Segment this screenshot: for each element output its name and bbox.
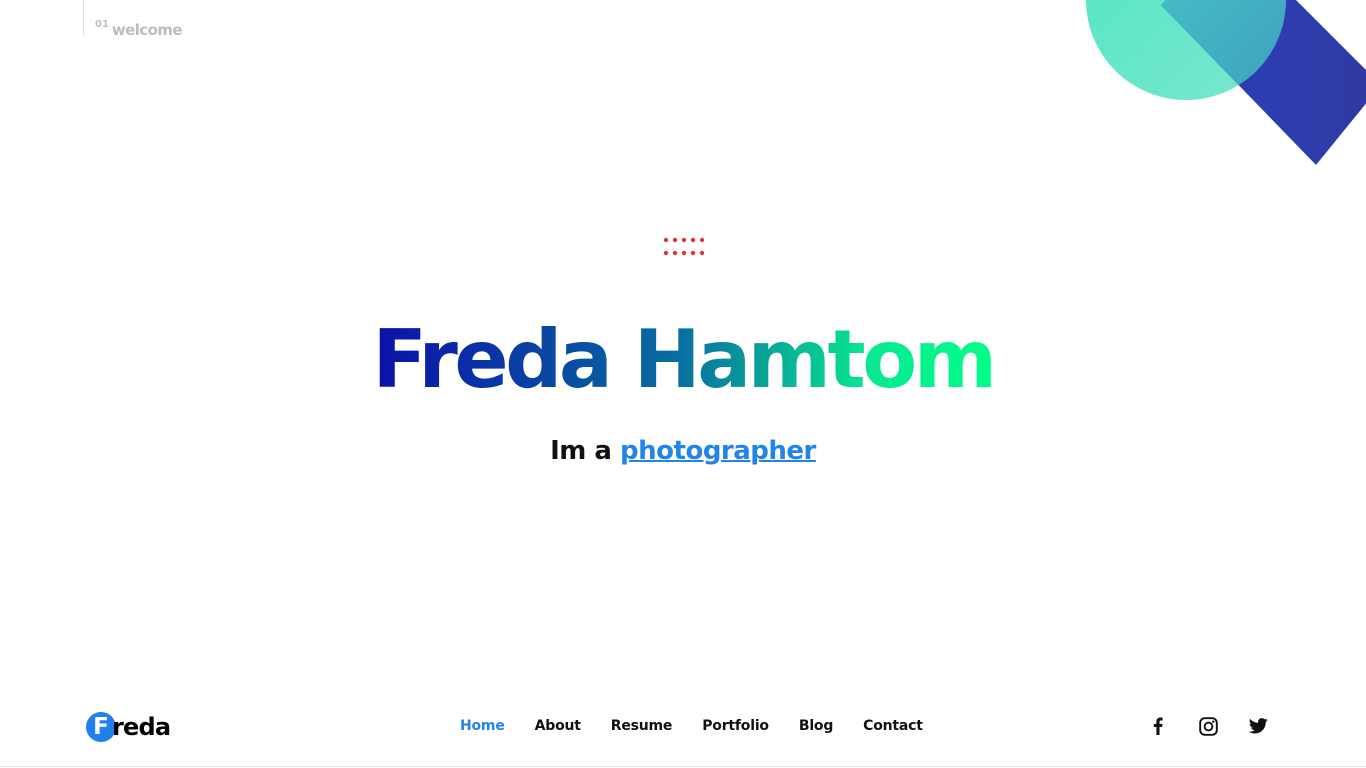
logo-text: reda: [112, 713, 171, 741]
facebook-icon[interactable]: [1148, 716, 1168, 736]
nav-item-blog[interactable]: Blog: [799, 718, 834, 734]
section-number: 01: [95, 19, 109, 30]
loader-dots-icon: [663, 237, 705, 256]
instagram-icon[interactable]: [1198, 716, 1218, 736]
social-links: [1148, 716, 1268, 736]
footer-divider: [0, 766, 1366, 767]
role-link[interactable]: photographer: [620, 436, 816, 466]
nav-item-resume[interactable]: Resume: [611, 718, 673, 734]
nav-item-about[interactable]: About: [535, 718, 581, 734]
hero-tagline: Im a photographer: [0, 436, 1366, 466]
logo[interactable]: F reda: [86, 711, 171, 743]
hero-name: Freda Hamtom: [0, 320, 1366, 400]
twitter-icon[interactable]: [1248, 716, 1268, 736]
nav-item-home[interactable]: Home: [460, 718, 505, 734]
footer-bar: F reda Home About Resume Portfolio Blog …: [0, 700, 1366, 767]
main-nav: Home About Resume Portfolio Blog Contact: [460, 718, 923, 734]
nav-item-portfolio[interactable]: Portfolio: [702, 718, 769, 734]
hero-name-text: Freda Hamtom: [372, 313, 997, 406]
section-label: welcome: [111, 21, 183, 39]
section-marker: 01 welcome: [83, 0, 183, 39]
nav-item-contact[interactable]: Contact: [863, 718, 923, 734]
decorative-shapes: [1086, 0, 1366, 165]
tagline-prefix: Im a: [550, 436, 612, 466]
